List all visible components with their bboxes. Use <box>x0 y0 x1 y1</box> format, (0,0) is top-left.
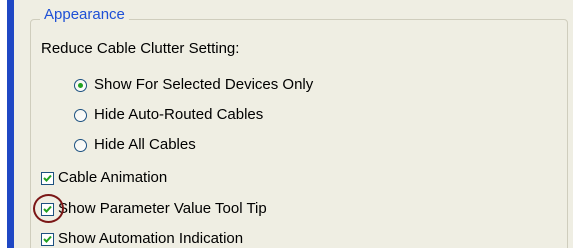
checkbox-label-show-parameter-tooltip: Show Parameter Value Tool Tip <box>58 200 267 217</box>
radio-hide-all-cables[interactable]: Hide All Cables <box>74 135 196 155</box>
radio-hide-auto-routed[interactable]: Hide Auto-Routed Cables <box>74 105 263 125</box>
checkbox-cable-animation[interactable]: Cable Animation <box>41 168 167 188</box>
checkmark-icon[interactable] <box>41 171 54 185</box>
reduce-cable-clutter-label: Reduce Cable Clutter Setting: <box>41 40 240 57</box>
radio-unselected-icon[interactable] <box>74 108 87 122</box>
checkbox-show-automation-indication[interactable]: Show Automation Indication <box>41 229 243 248</box>
radio-show-selected-devices[interactable]: Show For Selected Devices Only <box>74 75 313 95</box>
radio-label-hide-all: Hide All Cables <box>94 136 196 153</box>
preferences-panel: Appearance Reduce Cable Clutter Setting:… <box>0 0 573 248</box>
checkbox-label-show-automation: Show Automation Indication <box>58 230 244 247</box>
radio-selected-icon[interactable] <box>74 78 87 92</box>
radio-unselected-icon[interactable] <box>74 138 87 152</box>
radio-label-show-selected: Show For Selected Devices Only <box>94 76 314 93</box>
radio-label-hide-auto-routed: Hide Auto-Routed Cables <box>94 106 264 123</box>
group-title: Appearance <box>40 6 129 24</box>
side-bar <box>7 0 14 248</box>
appearance-section: Appearance Reduce Cable Clutter Setting:… <box>14 0 573 248</box>
checkbox-label-cable-animation: Cable Animation <box>58 169 168 186</box>
checkmark-icon[interactable] <box>41 232 54 246</box>
checkbox-show-parameter-tooltip[interactable]: Show Parameter Value Tool Tip <box>41 199 267 219</box>
checkmark-icon[interactable] <box>41 202 54 216</box>
